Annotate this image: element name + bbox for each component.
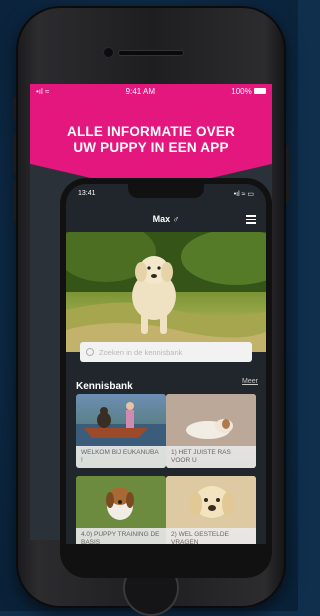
app-status-time: 13:41 — [78, 190, 96, 197]
front-camera — [104, 48, 113, 57]
card-label: 1) HET JUISTE RAS VOOR U — [166, 446, 256, 468]
article-card[interactable]: 1) HET JUISTE RAS VOOR U — [166, 394, 256, 468]
battery-icon — [253, 88, 266, 95]
hero-image — [66, 232, 266, 352]
battery-indicator: 100% — [231, 87, 266, 96]
status-time: 9:41 AM — [125, 86, 156, 96]
search-icon — [86, 348, 94, 356]
banner-headline: ALLE INFORMATIE OVER UW PUPPY IN EEN APP — [30, 124, 272, 156]
section-title: Kennisbank — [76, 381, 133, 392]
search-input[interactable]: Zoeken in de kennisbank — [80, 342, 252, 362]
menu-icon[interactable] — [246, 215, 256, 224]
app-screen: 13:41 •ıl ≈ ▭ Max ♂ Zoeken in de kennisb… — [66, 184, 266, 544]
article-card[interactable]: 2) WEL GESTELDE VRAGEN — [166, 476, 256, 544]
app-status-icons: •ıl ≈ ▭ — [233, 191, 254, 198]
app-mockup-phone: 13:41 •ıl ≈ ▭ Max ♂ Zoeken in de kennisb… — [60, 178, 272, 578]
article-card[interactable]: WELKOM BIJ EUKANUBA ! — [76, 394, 166, 468]
labrador-puppy-icon — [166, 476, 256, 528]
card-label: 2) WEL GESTELDE VRAGEN — [166, 528, 256, 544]
labrador-puppy-photo — [66, 232, 266, 352]
search-placeholder: Zoeken in de kennisbank — [99, 347, 183, 357]
status-bar: •ıl ≈ 9:41 AM 100% — [30, 84, 272, 98]
card-label: WELKOM BIJ EUKANUBA ! — [76, 446, 166, 468]
article-card[interactable]: 4.0) PUPPY TRAINING DE BASIS — [76, 476, 166, 544]
pet-name-title: Max ♂ — [152, 214, 180, 224]
signal-icon: •ıl ≈ — [36, 86, 50, 96]
app-status-bar: 13:41 •ıl ≈ ▭ — [66, 190, 266, 202]
volume-down-button — [13, 182, 16, 222]
banner-line-1: ALLE INFORMATIE OVER — [67, 124, 235, 139]
app-nav-bar: Max ♂ — [66, 210, 266, 230]
banner-line-2: UW PUPPY IN EEN APP — [73, 140, 229, 155]
power-button — [286, 146, 289, 204]
mute-switch — [13, 98, 16, 120]
earpiece-speaker — [118, 50, 184, 56]
dog-on-boat-icon — [76, 402, 166, 446]
knowledge-base-header: Kennisbank Meer — [76, 376, 258, 394]
sleeping-puppy-icon — [166, 394, 256, 446]
beagle-puppy-icon — [76, 476, 166, 528]
volume-up-button — [13, 134, 16, 174]
more-link[interactable]: Meer — [242, 378, 258, 385]
card-label: 4.0) PUPPY TRAINING DE BASIS — [76, 528, 166, 544]
